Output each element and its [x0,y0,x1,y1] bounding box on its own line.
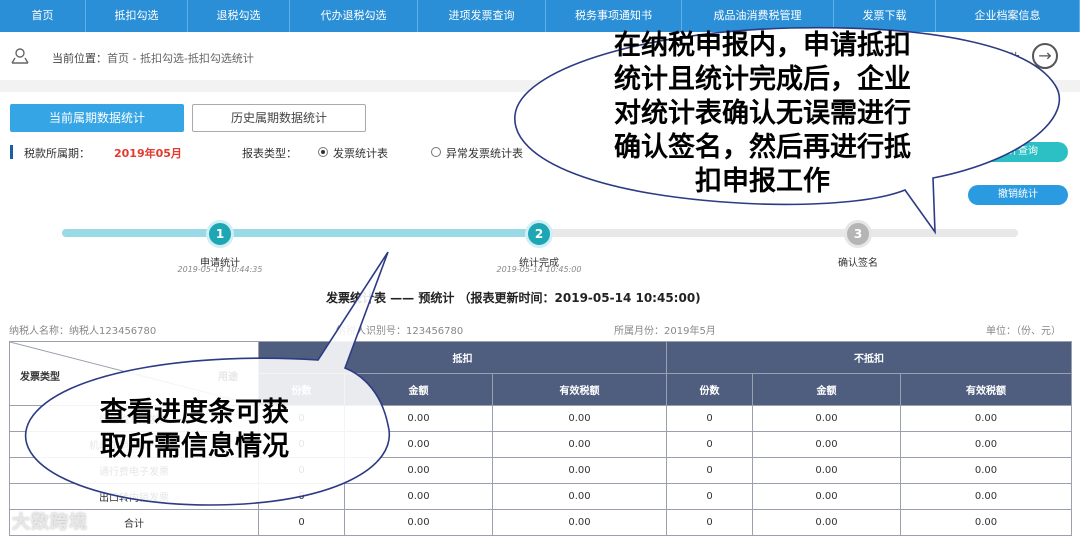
step-1-time: 2019-05-14 10:44:35 [177,265,263,274]
taxpayer-name: 纳税人名称：纳税人123456780 [9,326,157,337]
annotation-top-right: 在纳税申报内，申请抵扣 统计且统计完成后，企业 对统计表确认无误需进行 确认签名… [614,29,911,199]
cell: 0.00 [344,405,493,432]
col-header: 有效税额 [492,373,667,406]
corner-col-label: 用途 [218,372,238,383]
cell: 0.00 [752,431,901,458]
cell: 0.00 [752,405,901,432]
cell: 0.00 [900,509,1072,536]
cell: 0 [666,509,753,536]
stats-query-button[interactable]: 统计查询 [968,142,1068,162]
arrow-right-circle-icon[interactable]: → [1032,43,1058,69]
tax-month: 所属月份：2019年5月 [614,326,716,337]
cell: 0 [258,509,345,536]
annotation-bottom-left: 查看进度条可获 取所需信息情况 [100,396,289,464]
taxpayer-id: 纳税人识别号：123456780 [336,326,464,337]
progress-fill [62,229,540,237]
annotation-line: 在纳税申报内，申请抵扣 [614,30,911,61]
location-icon [11,48,29,64]
annotation-line: 取所需信息情况 [100,431,289,462]
divider [0,80,1080,92]
unit-label: 单位：（份、元） [986,326,1061,337]
nav-item-notice[interactable]: 税务事项通知书 [546,0,682,32]
nav-item-enterprise-info[interactable]: 企业档案信息 [936,0,1080,32]
nav-item-agent-refund[interactable]: 代办退税勾选 [290,0,418,32]
col-header: 金额 [752,373,901,406]
revoke-stats-button[interactable]: 撤销统计 [968,185,1068,205]
cell: 0 [666,405,753,432]
breadcrumb-path[interactable]: 首页 - 抵扣勾选-抵扣勾选统计 [107,52,254,65]
annotation-line: 确认签名，然后再进行抵 [614,132,911,163]
annotation-line: 对统计表确认无误需进行 [614,98,911,129]
table-row: 出口转内销发票 0 0.00 0.00 0 0.00 0.00 [9,483,1072,510]
radio-invoice-stats-label: 发票统计表 [333,147,388,160]
cell: 0.00 [344,457,493,484]
cell: 0.00 [900,405,1072,432]
radio-invoice-stats[interactable] [318,147,328,157]
group-nondeduct-header: 不抵扣 [666,341,1072,374]
cell: 0.00 [492,431,667,458]
nav-item-deduct[interactable]: 抵扣勾选 [86,0,188,32]
nav-item-refund[interactable]: 退税勾选 [188,0,290,32]
cell: 0.00 [492,405,667,432]
tab-current-period[interactable]: 当前属期数据统计 [10,104,184,132]
cell: 0.00 [492,509,667,536]
nav-item-invoice-query[interactable]: 进项发票查询 [418,0,546,32]
group-deduct-header: 抵扣 [258,341,667,374]
annotation-line: 扣申报工作 [695,166,830,197]
cell: 0.00 [344,509,493,536]
cell: 0.00 [344,483,493,510]
nav-item-home[interactable]: 首页 [0,0,86,32]
row-type: 出口转内销发票 [9,483,259,510]
cell: 0.00 [900,483,1072,510]
breadcrumb-row: 当前位置：首页 - 抵扣勾选-抵扣勾选统计 帮助 → [0,36,1080,80]
cell: 0 [666,431,753,458]
cell: 0.00 [752,509,901,536]
nav-item-oil-tax[interactable]: 成品油消费税管理 [682,0,834,32]
nav-item-invoice-download[interactable]: 发票下载 [834,0,936,32]
radio-abnormal-stats-label: 异常发票统计表 [446,147,523,160]
period-label: 税款所属期： [24,147,90,160]
help-link[interactable]: 帮助 [994,48,1020,67]
cell: 0.00 [752,457,901,484]
corner-row-label: 发票类型 [20,372,60,383]
step-1-marker: 1 [206,220,234,248]
cell: 0 [258,483,345,510]
cell: 0.00 [900,431,1072,458]
cell: 0.00 [900,457,1072,484]
cell: 0.00 [492,483,667,510]
step-2-time: 2019-05-14 10:45:00 [496,265,582,274]
col-header: 金额 [344,373,493,406]
annotation-line: 查看进度条可获 [100,397,289,428]
step-3-title: 确认签名 [838,258,878,269]
cell: 0.00 [492,457,667,484]
section-marker [10,145,13,159]
top-nav: 首页 抵扣勾选 退税勾选 代办退税勾选 进项发票查询 税务事项通知书 成品油消费… [0,0,1080,32]
tab-history-period[interactable]: 历史属期数据统计 [192,104,366,132]
breadcrumb-prefix: 当前位置： [52,52,107,65]
table-row: 合计 0 0.00 0.00 0 0.00 0.00 [9,509,1072,536]
report-type-label: 报表类型： [242,147,297,160]
radio-abnormal-stats[interactable] [431,147,441,157]
step-3-marker: 3 [844,220,872,248]
annotation-line: 统计且统计完成后，企业 [614,64,911,95]
period-value: 2019年05月 [114,147,182,160]
sheet-title: 发票统计表 —— 预统计 （报表更新时间：2019-05-14 10:45:00… [326,291,701,305]
col-header: 有效税额 [900,373,1072,406]
breadcrumb: 当前位置：首页 - 抵扣勾选-抵扣勾选统计 [52,50,254,66]
cell: 0.00 [344,431,493,458]
cell: 0 [666,483,753,510]
step-2-marker: 2 [525,220,553,248]
cell: 0.00 [752,483,901,510]
col-header: 份数 [666,373,753,406]
cell: 0 [666,457,753,484]
watermark-logo: 大数跨境 [12,512,88,533]
